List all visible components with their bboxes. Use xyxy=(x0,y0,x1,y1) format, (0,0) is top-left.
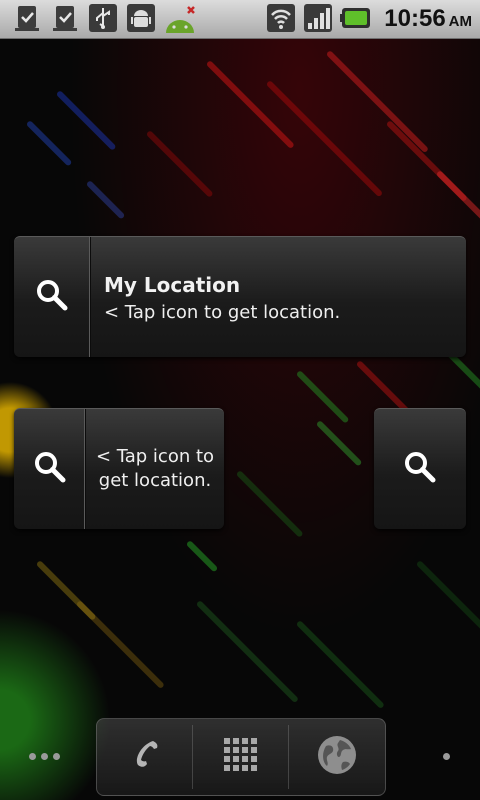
page-indicator-dot[interactable] xyxy=(41,753,48,760)
page-indicator-dot[interactable] xyxy=(29,753,36,760)
app-drawer-button[interactable] xyxy=(193,719,288,795)
wallpaper-streak xyxy=(415,560,480,635)
wallpaper-streak xyxy=(325,50,429,154)
widget-hint-line2: get location. xyxy=(98,470,212,491)
wallpaper-streak xyxy=(85,180,126,220)
my-location-widget-small[interactable] xyxy=(374,408,466,529)
phone-button[interactable] xyxy=(97,719,192,795)
wallpaper-streak xyxy=(55,90,117,151)
usb-icon xyxy=(88,3,118,33)
widget-hint: < Tap icon to get location. xyxy=(86,445,224,493)
wallpaper-streak xyxy=(75,600,165,690)
locate-button[interactable] xyxy=(14,237,90,357)
wallpaper-streak xyxy=(295,370,350,424)
phone-icon xyxy=(125,735,165,779)
browser-globe-icon xyxy=(316,734,358,780)
clock-ampm: AM xyxy=(448,13,472,30)
status-bar[interactable]: 10:56 AM xyxy=(0,0,480,39)
clipboard-check-icon xyxy=(12,3,42,33)
widget-divider xyxy=(89,237,91,357)
wallpaper xyxy=(0,0,480,800)
wallpaper-streak xyxy=(25,120,73,167)
clock-time: 10:56 xyxy=(384,5,446,32)
wallpaper-streak xyxy=(435,170,480,224)
widget-hint-line1: < Tap icon to xyxy=(95,446,215,467)
browser-button[interactable] xyxy=(289,719,384,795)
wallpaper-streak xyxy=(445,350,480,397)
wifi-icon xyxy=(266,3,296,33)
locate-button[interactable] xyxy=(14,409,85,529)
wallpaper-streak xyxy=(235,470,304,538)
battery-icon xyxy=(340,3,374,33)
my-location-widget-medium[interactable]: < Tap icon to get location. xyxy=(14,408,224,529)
android-no-connection-icon xyxy=(162,3,200,33)
wallpaper-streak xyxy=(295,620,385,710)
locate-button[interactable] xyxy=(374,409,466,529)
my-location-widget-large[interactable]: My Location < Tap icon to get location. xyxy=(14,236,466,357)
app-drawer-icon xyxy=(221,735,261,779)
wallpaper-streak xyxy=(145,130,214,198)
wallpaper-streak xyxy=(205,60,295,150)
wallpaper-streak xyxy=(315,420,363,467)
wallpaper-streak xyxy=(185,540,219,573)
dock xyxy=(96,718,386,796)
page-indicator-dot[interactable] xyxy=(53,753,60,760)
clock: 10:56 AM xyxy=(384,4,472,37)
search-icon xyxy=(35,278,69,316)
search-icon xyxy=(33,450,67,488)
widget-hint: < Tap icon to get location. xyxy=(104,302,341,323)
widget-title: My Location xyxy=(104,273,241,297)
android-debug-icon xyxy=(126,3,156,33)
page-indicator-dot[interactable] xyxy=(443,753,450,760)
search-icon xyxy=(403,450,437,488)
signal-icon xyxy=(303,3,333,33)
wallpaper-streak xyxy=(195,600,299,704)
clipboard-check-icon xyxy=(50,3,80,33)
